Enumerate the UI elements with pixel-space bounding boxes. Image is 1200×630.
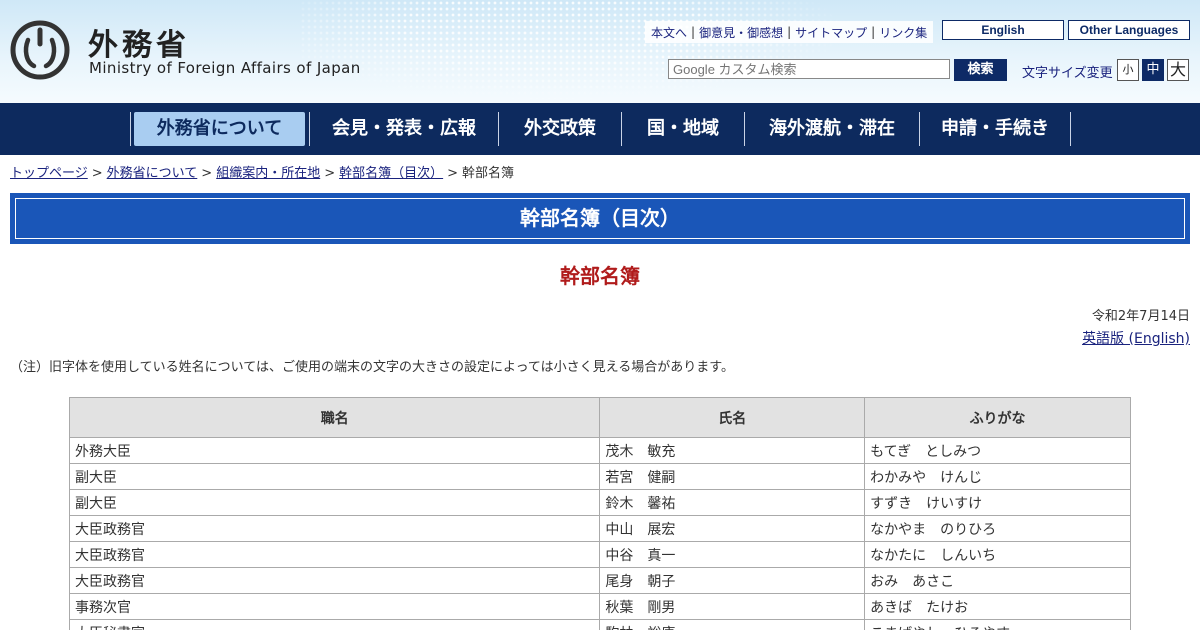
font-note: （注）旧字体を使用している姓名については、ご使用の端末の文字の大きさの設定によっ…: [10, 360, 734, 375]
font-size-small-button[interactable]: 小: [1117, 59, 1139, 81]
breadcrumb-separator: >: [447, 166, 459, 181]
cell-name: 鈴木 馨祐: [599, 489, 866, 516]
nav-separator: [130, 112, 131, 146]
cell-position: 副大臣: [68, 463, 601, 490]
cell-name: 茂木 敏充: [599, 437, 866, 464]
font-size-medium-button[interactable]: 中: [1142, 59, 1164, 81]
other-languages-button[interactable]: Other Languages: [1068, 20, 1190, 40]
logo-title-en[interactable]: Ministry of Foreign Affairs of Japan: [89, 59, 361, 77]
util-separator: |: [691, 25, 696, 39]
util-separator: |: [871, 25, 876, 39]
util-link-sitemap[interactable]: サイトマップ: [795, 24, 867, 41]
cell-furigana: なかやま のりひろ: [864, 515, 1131, 542]
table-row: 副大臣 若宮 健嗣 わかみや けんじ: [68, 463, 1131, 490]
breadcrumb: トップページ > 外務省について > 組織案内・所在地 > 幹部名簿（目次） > 幹部名簿: [10, 162, 514, 181]
breadcrumb-link-index[interactable]: 幹部名簿（目次）: [339, 166, 443, 181]
cell-furigana: もてぎ としみつ: [864, 437, 1131, 464]
util-link-main-content[interactable]: 本文へ: [651, 24, 687, 41]
breadcrumb-separator: >: [91, 166, 103, 181]
breadcrumb-separator: >: [201, 166, 213, 181]
cell-furigana: なかたに しんいち: [864, 541, 1131, 568]
nav-item-about[interactable]: 外務省について: [134, 112, 305, 146]
util-link-links[interactable]: リンク集: [879, 24, 927, 41]
nav-item-policy[interactable]: 外交政策: [499, 112, 621, 146]
font-size-label: 文字サイズ変更: [1022, 66, 1113, 81]
world-map-background: [300, 0, 860, 103]
table-row: 事務次官 秋葉 剛男 あきば たけお: [68, 593, 1131, 620]
english-version-link[interactable]: 英語版 (English): [1082, 328, 1190, 348]
page-title: 幹部名簿（目次）: [520, 206, 680, 230]
search-input[interactable]: [668, 59, 950, 79]
section-title: 幹部名簿: [560, 264, 640, 288]
cell-position: 大臣政務官: [68, 567, 601, 594]
logo-title-jp[interactable]: 外務省: [88, 20, 190, 64]
table-row: 大臣政務官 中山 展宏 なかやま のりひろ: [68, 515, 1131, 542]
cell-furigana: こまばやし ひろやす: [864, 619, 1131, 630]
util-separator: |: [787, 25, 792, 39]
cell-position: 大臣政務官: [68, 541, 601, 568]
nav-item-regions[interactable]: 国・地域: [622, 112, 744, 146]
breadcrumb-separator: >: [324, 166, 336, 181]
util-link-feedback[interactable]: 御意見・御感想: [699, 24, 783, 41]
cell-furigana: おみ あさこ: [864, 567, 1131, 594]
table-row: 外務大臣 茂木 敏充 もてぎ としみつ: [68, 437, 1131, 464]
cell-position: 大臣政務官: [68, 515, 601, 542]
nav-separator: [1070, 112, 1071, 146]
table-row: 大臣政務官 中谷 真一 なかたに しんいち: [68, 541, 1131, 568]
cell-name: 若宮 健嗣: [599, 463, 866, 490]
font-size-large-button[interactable]: 大: [1167, 59, 1189, 81]
nav-item-press[interactable]: 会見・発表・広報: [310, 112, 498, 146]
cell-name: 中山 展宏: [599, 515, 866, 542]
publish-date: 令和2年7月14日: [1091, 309, 1190, 324]
search-button[interactable]: 検索: [954, 59, 1007, 81]
cell-position: 大臣秘書官: [68, 619, 601, 630]
nav-item-procedures[interactable]: 申請・手続き: [920, 112, 1070, 146]
table-row: 大臣政務官 尾身 朝子 おみ あさこ: [68, 567, 1131, 594]
officials-table: 職名 氏名 ふりがな 外務大臣 茂木 敏充 もてぎ としみつ 副大臣 若宮 健嗣 わかみや…: [68, 397, 1131, 630]
cell-position: 外務大臣: [68, 437, 601, 464]
table-header-row: 職名 氏名 ふりがな: [68, 397, 1131, 438]
breadcrumb-link-organization[interactable]: 組織案内・所在地: [216, 166, 320, 181]
cell-furigana: わかみや けんじ: [864, 463, 1131, 490]
cell-position: 事務次官: [68, 593, 601, 620]
breadcrumb-link-about[interactable]: 外務省について: [107, 166, 198, 181]
cell-name: 尾身 朝子: [599, 567, 866, 594]
cell-furigana: すずき けいすけ: [864, 489, 1131, 516]
column-header-name: 氏名: [599, 397, 866, 438]
cell-furigana: あきば たけお: [864, 593, 1131, 620]
global-nav: 外務省について 会見・発表・広報 外交政策 国・地域 海外渡航・滞在 申請・手続…: [0, 103, 1200, 155]
breadcrumb-link-top[interactable]: トップページ: [10, 166, 88, 181]
cell-position: 副大臣: [68, 489, 601, 516]
site-header: 外務省 Ministry of Foreign Affairs of Japan…: [0, 0, 1200, 103]
cell-name: 中谷 真一: [599, 541, 866, 568]
english-button[interactable]: English: [942, 20, 1064, 40]
breadcrumb-current: 幹部名簿: [462, 166, 515, 181]
mofa-emblem-icon[interactable]: [10, 20, 70, 80]
utility-links: 本文へ | 御意見・御感想 | サイトマップ | リンク集: [645, 21, 934, 43]
table-row: 大臣秘書官駒林 裕康こまばやし ひろやす: [68, 619, 1131, 630]
table-row: 副大臣 鈴木 馨祐 すずき けいすけ: [68, 489, 1131, 516]
table-body: 外務大臣 茂木 敏充 もてぎ としみつ 副大臣 若宮 健嗣 わかみや けんじ 副大臣 鈴木 馨…: [68, 437, 1131, 630]
cell-name: 駒林 裕康: [599, 619, 866, 630]
nav-item-travel[interactable]: 海外渡航・滞在: [745, 112, 919, 146]
cell-name: 秋葉 剛男: [599, 593, 866, 620]
column-header-furigana: ふりがな: [864, 397, 1131, 438]
page-title-box: 幹部名簿（目次）: [10, 193, 1190, 244]
column-header-position: 職名: [68, 397, 601, 438]
